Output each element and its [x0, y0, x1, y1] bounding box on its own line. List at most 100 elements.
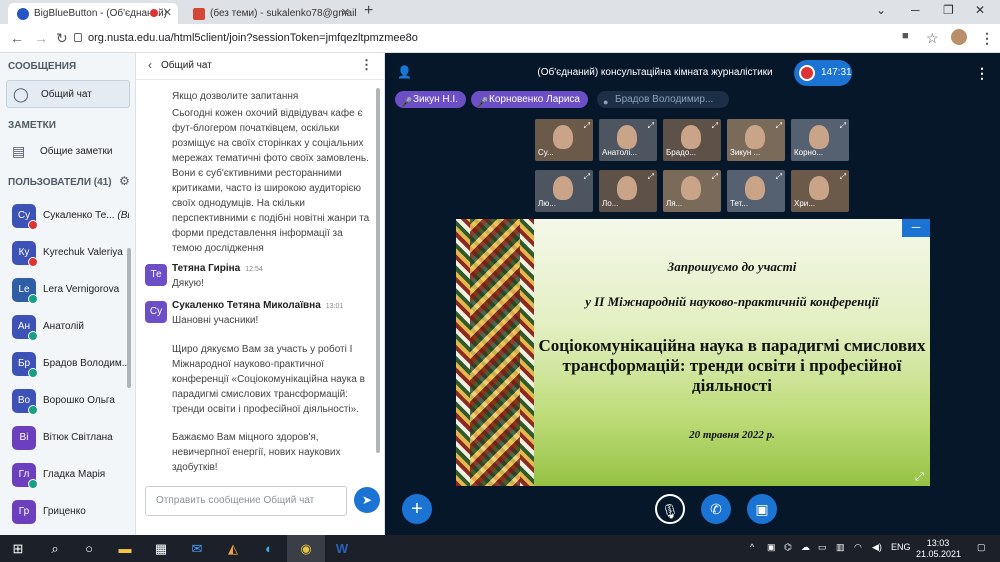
expand-icon[interactable]: ⤢	[840, 172, 846, 182]
user-list-item[interactable]: Гл Гладка Марія	[0, 458, 130, 495]
store-icon[interactable]: ▦	[152, 540, 170, 558]
you-label: (Вы)	[117, 210, 129, 221]
user-list-item[interactable]: Бр Брадов Володим...	[0, 347, 130, 384]
app-icon[interactable]: ◭	[224, 540, 242, 558]
chevron-left-icon[interactable]: ‹	[148, 58, 152, 72]
audio-status-icon	[28, 405, 38, 415]
expand-icon[interactable]: ⤢	[840, 121, 846, 131]
user-list-item[interactable]: Ку Kyrechuk Valeriya	[0, 236, 130, 273]
webcam-tile[interactable]: ⤢ Тет...	[727, 170, 785, 212]
forward-icon[interactable]: →	[34, 30, 48, 46]
chrome-icon[interactable]: ◉	[297, 540, 315, 558]
notifications-icon[interactable]: ▢	[977, 542, 986, 553]
chat-scrollbar[interactable]	[376, 88, 380, 453]
expand-icon[interactable]: ⤢	[648, 172, 654, 182]
file-explorer-icon[interactable]: ▬	[116, 540, 134, 558]
expand-icon[interactable]: ⤢	[584, 121, 590, 131]
webcam-tile[interactable]: ⤢ Су...	[535, 119, 593, 161]
chat-header: ‹ Общий чат ⋮	[136, 53, 385, 80]
expand-icon[interactable]: ⤢	[776, 172, 782, 182]
actions-button[interactable]: +	[402, 494, 432, 524]
expand-icon[interactable]: ⤢	[712, 121, 718, 131]
camera-status-icon[interactable]: ■	[902, 30, 909, 42]
user-list-item[interactable]: Во Ворошко Ольга	[0, 384, 130, 421]
sidebar-item-shared-notes[interactable]: ▤ Общие заметки	[6, 138, 130, 166]
url-field[interactable]: org.nusta.edu.ua/html5client/join?sessio…	[88, 29, 418, 47]
profile-avatar[interactable]	[951, 29, 967, 45]
sidebar-item-public-chat[interactable]: ◯ Общий чат	[6, 80, 130, 108]
word-icon[interactable]: W	[333, 540, 351, 558]
user-name: Kyrechuk Valeriya	[43, 247, 129, 258]
address-bar: ← → ↻ org.nusta.edu.ua/html5client/join?…	[0, 24, 1000, 53]
tray-usb-icon[interactable]: ⌬	[784, 542, 792, 553]
user-list-item[interactable]: Ан Анатолій	[0, 310, 130, 347]
expand-icon[interactable]: ⤢	[776, 121, 782, 131]
tray-network-icon[interactable]: ▥	[836, 542, 845, 553]
webcam-tile[interactable]: ⤢ Ля...	[663, 170, 721, 212]
edge-icon[interactable]: ◐	[260, 540, 278, 558]
users-settings-gear-icon[interactable]: ⚙	[119, 174, 130, 188]
expand-icon[interactable]: ⤢	[712, 172, 718, 182]
bookmark-star-icon[interactable]: ☆	[926, 30, 939, 47]
tray-wifi-icon[interactable]: ◠	[854, 542, 862, 553]
author-name: Тетяна Гиріна	[172, 263, 241, 274]
user-name: Lera Vernigorova	[43, 284, 129, 295]
user-list-item[interactable]: Гр Гриценко	[0, 495, 130, 532]
keyboard-language[interactable]: ENG	[891, 542, 911, 552]
browser-menu-icon[interactable]: ⋮	[980, 30, 994, 47]
webcam-tile[interactable]: ⤢ Анатолі...	[599, 119, 657, 161]
chat-message-input[interactable]: Отправить сообщение Общий чат	[145, 486, 347, 516]
webcam-name: Брадо...	[666, 148, 696, 157]
tray-app-icon[interactable]: ▣	[767, 542, 776, 553]
chat-options-icon[interactable]: ⋮	[360, 57, 373, 73]
chat-panel: ‹ Общий чат ⋮ Якщо дозволите запитання С…	[136, 53, 385, 535]
phone-icon: ✆	[710, 501, 722, 517]
close-tab-icon[interactable]: ✕	[163, 3, 172, 24]
mute-button[interactable]: 🎙	[655, 494, 685, 524]
minimize-presentation-button[interactable]: ─	[902, 219, 930, 237]
reload-icon[interactable]: ↻	[56, 30, 68, 47]
mail-icon[interactable]: ✉	[188, 540, 206, 558]
windows-start-icon[interactable]: ⊞	[9, 540, 27, 558]
leave-audio-button[interactable]: ✆	[701, 494, 731, 524]
task-view-icon[interactable]: ○	[80, 540, 98, 558]
user-list-item[interactable]: СуСукаленко Те... (Вы)	[0, 199, 130, 236]
tab-search-icon[interactable]: ⌄	[876, 3, 886, 17]
message-time: 12:54	[245, 266, 263, 273]
webcam-tile[interactable]: ⤢ Корно...	[791, 119, 849, 161]
share-webcam-button[interactable]: ▣	[747, 494, 777, 524]
recording-button[interactable]: 147:31	[794, 60, 852, 86]
back-icon[interactable]: ←	[10, 30, 24, 46]
system-clock[interactable]: 13:03 21.05.2021	[916, 538, 961, 560]
tray-volume-icon[interactable]: ◀)	[872, 542, 882, 553]
users-scrollbar[interactable]	[127, 248, 131, 388]
participant-video	[809, 176, 829, 200]
close-tab-icon[interactable]: ✕	[341, 3, 350, 24]
send-message-button[interactable]: ➤	[354, 487, 380, 513]
expand-icon[interactable]: ⤢	[584, 172, 590, 182]
webcam-tile[interactable]: ⤢ Лю...	[535, 170, 593, 212]
tray-cloud-icon[interactable]: ☁	[801, 542, 810, 553]
webcam-tile[interactable]: ⤢ Брадо...	[663, 119, 721, 161]
fullscreen-icon[interactable]: ⤢	[915, 471, 924, 484]
tab-gmail[interactable]: (без теми) - sukalenko78@gmail ✕	[184, 3, 356, 24]
close-window-icon[interactable]: ✕	[975, 3, 985, 17]
user-list-item[interactable]: Le Lera Vernigorova	[0, 273, 130, 310]
avatar: Су	[145, 301, 167, 323]
maximize-icon[interactable]: ❐	[943, 3, 954, 17]
webcam-tile[interactable]: ⤢ Хри...	[791, 170, 849, 212]
webcam-tile[interactable]: ⤢ Ло...	[599, 170, 657, 212]
webcam-tile[interactable]: ⤢ Зикун ...	[727, 119, 785, 161]
new-tab-icon[interactable]: +	[364, 2, 373, 20]
expand-icon[interactable]: ⤢	[648, 121, 654, 131]
sidebar-item-label: Общие заметки	[40, 146, 113, 157]
plus-icon: +	[411, 498, 423, 520]
user-list-toggle-icon[interactable]: 👤	[397, 65, 413, 81]
user-list-item[interactable]: Ві Вітюк Світлана	[0, 421, 130, 458]
options-menu-icon[interactable]: ⋮	[975, 65, 989, 82]
search-icon[interactable]: ⌕	[46, 540, 64, 558]
tab-bigbluebutton[interactable]: BigBlueButton - (Об'єднаний) ✕	[8, 3, 178, 24]
tray-chevron-icon[interactable]: ^	[750, 542, 754, 552]
tray-battery-icon[interactable]: ▭	[818, 542, 827, 553]
minimize-icon[interactable]: ─	[911, 3, 920, 17]
